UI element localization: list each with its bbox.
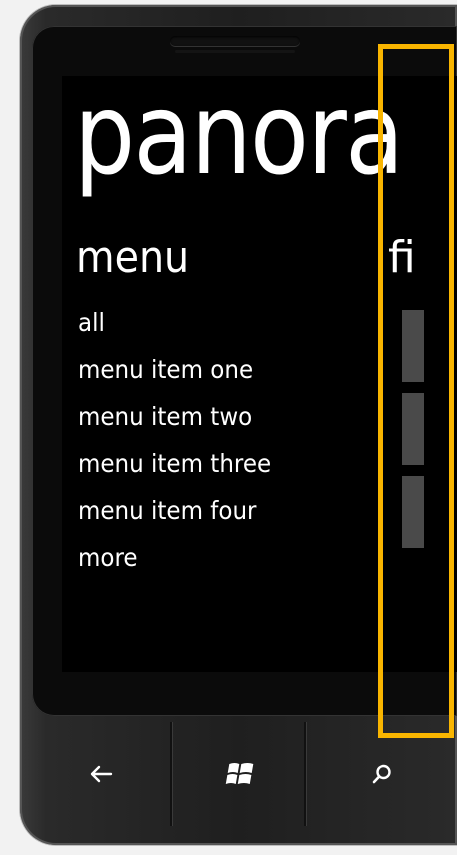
search-button[interactable] <box>306 722 457 826</box>
menu-list: all menu item one menu item two menu ite… <box>78 308 288 590</box>
earpiece-speaker <box>170 36 300 46</box>
section-title-menu: menu <box>76 232 190 283</box>
search-icon <box>372 764 391 784</box>
windows-logo-icon <box>225 763 254 784</box>
back-arrow-icon <box>90 765 113 783</box>
menu-item-two[interactable]: menu item two <box>78 402 271 449</box>
menu-item-more[interactable]: more <box>78 543 271 590</box>
back-button[interactable] <box>32 722 170 826</box>
start-button[interactable] <box>172 722 304 826</box>
panorama-title: panora <box>74 76 404 200</box>
menu-item-three[interactable]: menu item three <box>78 449 271 496</box>
menu-item-all[interactable]: all <box>78 308 271 355</box>
earpiece-grille <box>175 50 295 53</box>
menu-item-four[interactable]: menu item four <box>78 496 271 543</box>
menu-item-one[interactable]: menu item one <box>78 355 271 402</box>
peek-highlight-box <box>378 44 454 738</box>
hardware-button-bar <box>32 722 457 840</box>
